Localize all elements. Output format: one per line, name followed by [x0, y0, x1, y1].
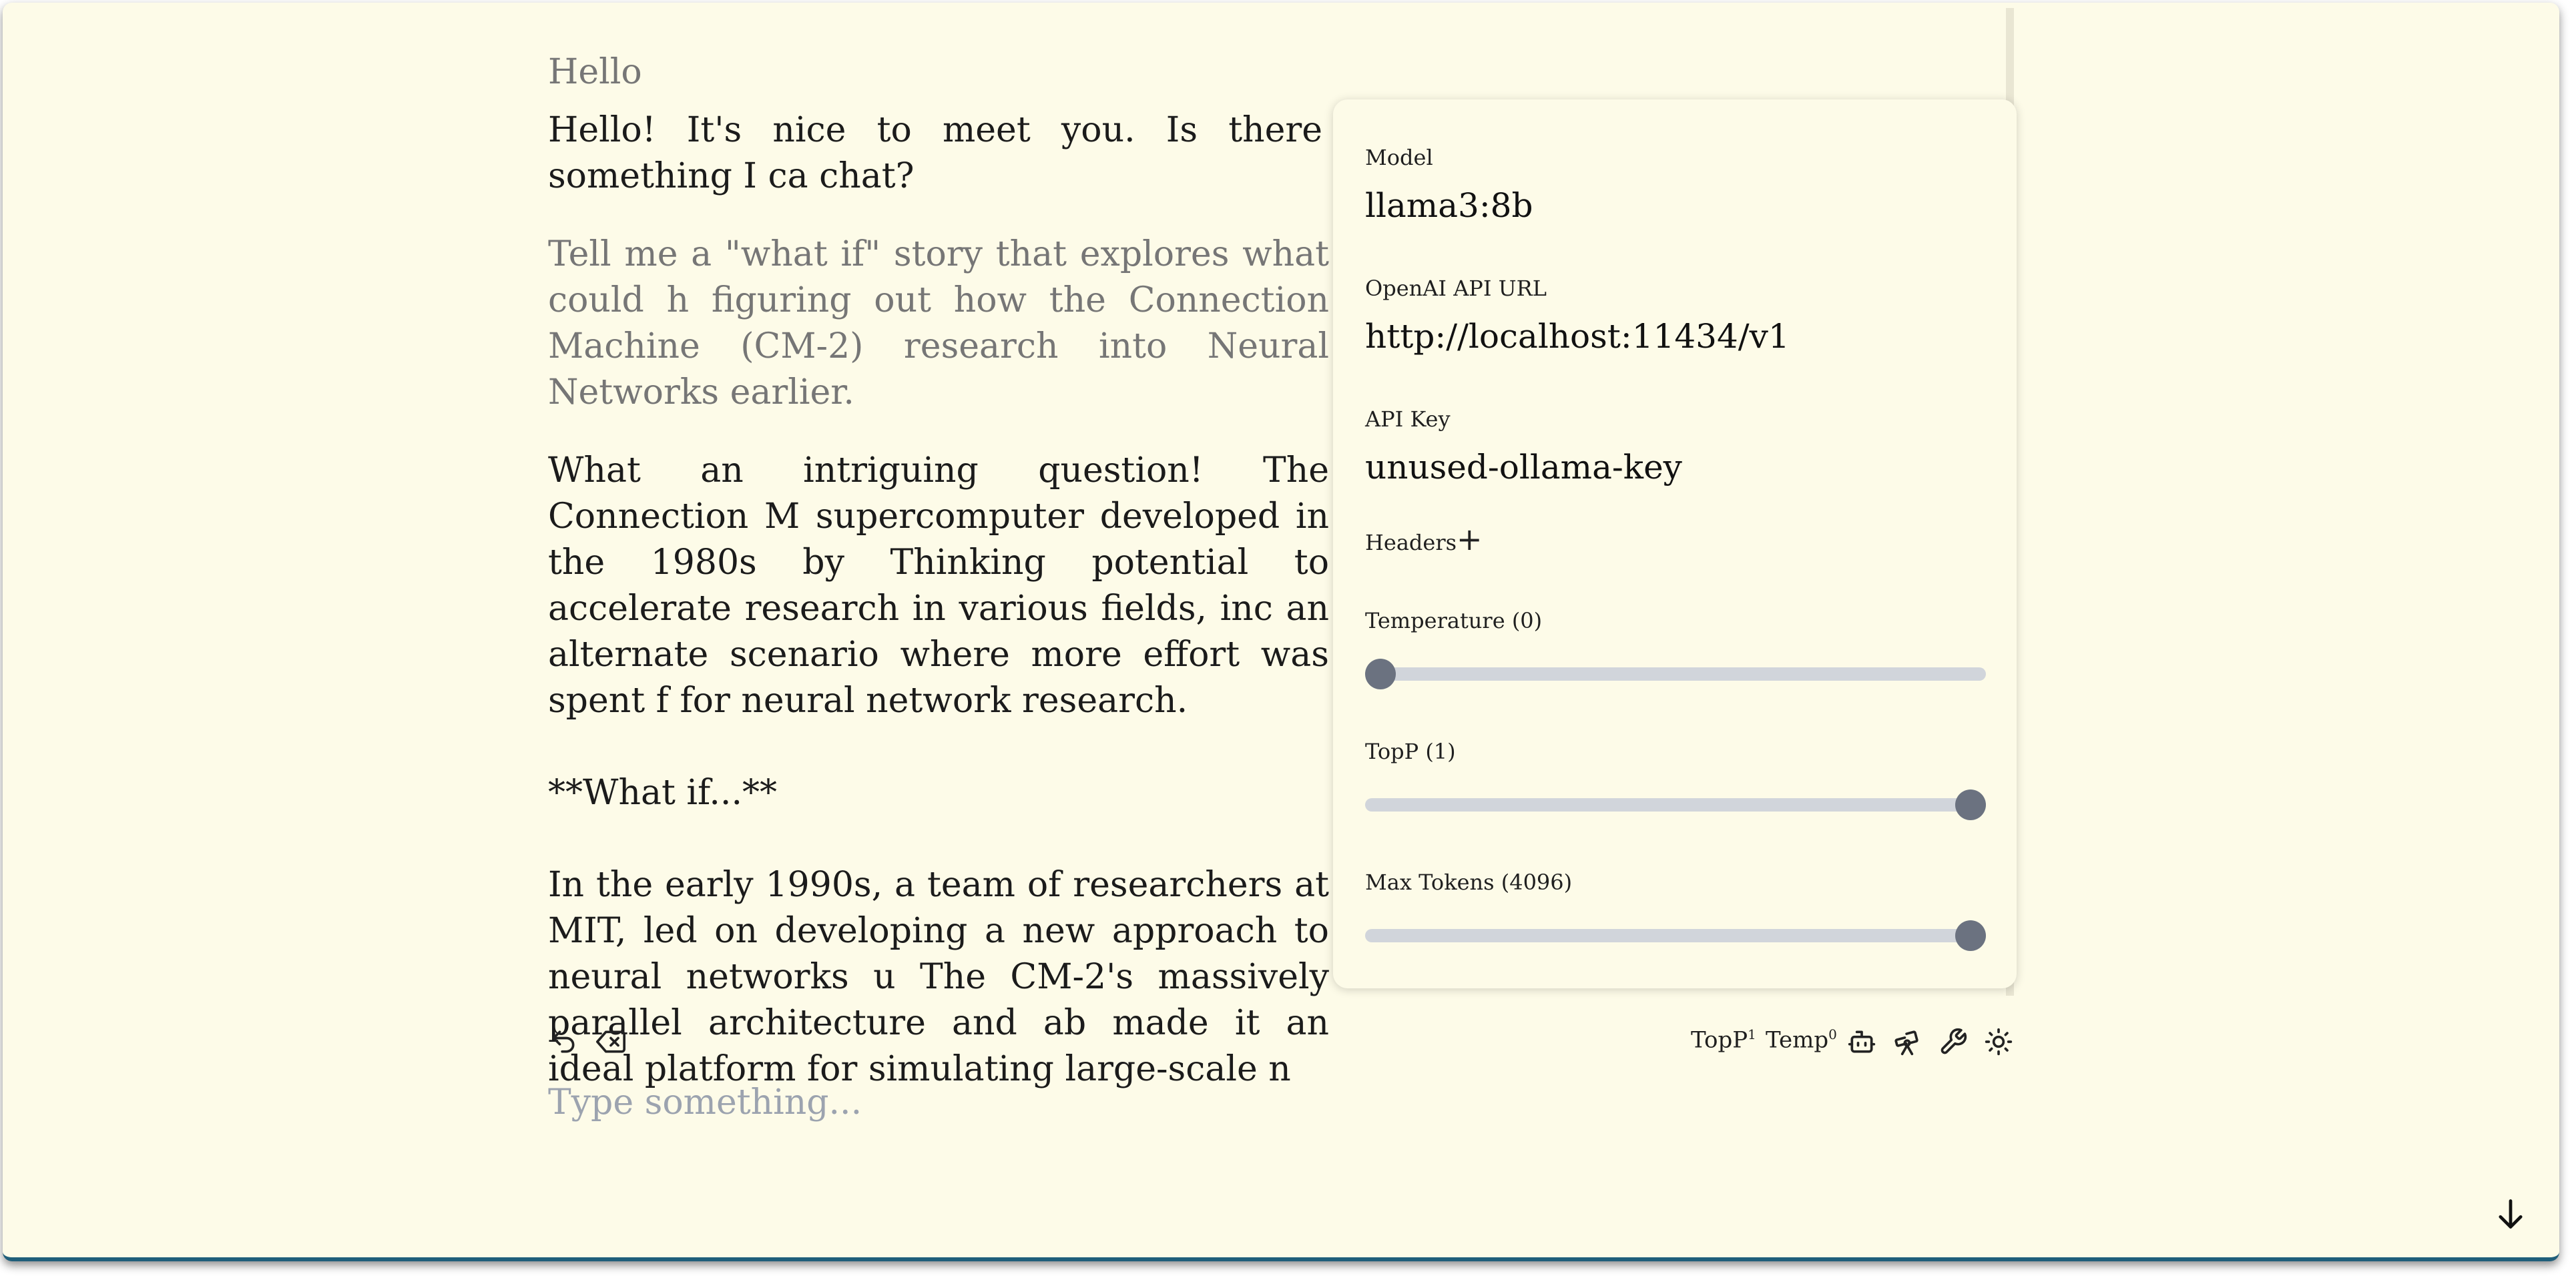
user-message: Hello: [548, 52, 642, 92]
scroll-to-bottom-button[interactable]: [2493, 1195, 2528, 1235]
model-label: Model: [1365, 145, 1433, 170]
api-key-field[interactable]: unused-ollama-key: [1365, 448, 1682, 487]
add-header-button[interactable]: +: [1457, 521, 1483, 557]
temp-indicator-value: 0: [1828, 1026, 1837, 1042]
assistant-message: In the early 1990s, a team of researcher…: [548, 865, 1329, 1089]
telescope-icon[interactable]: [1892, 1027, 1922, 1059]
topp-indicator[interactable]: TopP1: [1691, 1026, 1756, 1053]
temperature-slider[interactable]: [1365, 659, 1986, 689]
undo-icon[interactable]: [549, 1027, 578, 1059]
message-input[interactable]: [548, 1076, 2010, 1129]
max-tokens-slider[interactable]: [1365, 920, 1986, 951]
max-tokens-label: Max Tokens (4096): [1365, 870, 1573, 895]
api-url-label: OpenAI API URL: [1365, 276, 1547, 301]
api-url-field[interactable]: http://localhost:11434/v1: [1365, 317, 1790, 356]
topp-label: TopP (1): [1365, 739, 1456, 764]
temp-indicator-label: Temp: [1766, 1026, 1829, 1054]
temp-indicator[interactable]: Temp0: [1766, 1026, 1837, 1053]
robot-icon[interactable]: [1847, 1027, 1876, 1059]
topp-indicator-value: 1: [1748, 1026, 1756, 1042]
api-key-label: API Key: [1365, 406, 1451, 432]
temperature-slider-thumb[interactable]: [1365, 659, 1396, 689]
assistant-message: What an intriguing question! The Connect…: [548, 450, 1329, 721]
sun-icon[interactable]: [1984, 1027, 2013, 1059]
headers-label: Headers: [1365, 530, 1457, 555]
wrench-icon[interactable]: [1939, 1027, 1968, 1059]
max-tokens-slider-thumb[interactable]: [1955, 920, 1986, 951]
topp-slider[interactable]: [1365, 789, 1986, 820]
app-window: Hello Hello! It's nice to meet you. Is t…: [3, 3, 2559, 1261]
topp-slider-thumb[interactable]: [1955, 789, 1986, 820]
assistant-message: Hello! It's nice to meet you. Is there s…: [548, 110, 1322, 196]
temperature-label: Temperature (0): [1365, 608, 1543, 633]
topp-indicator-label: TopP: [1691, 1026, 1748, 1054]
model-field[interactable]: llama3:8b: [1365, 186, 1533, 225]
user-message: Tell me a "what if" story that explores …: [548, 234, 1329, 412]
clear-icon[interactable]: [595, 1027, 626, 1059]
settings-popover: Model llama3:8b OpenAI API URL http://lo…: [1333, 99, 2017, 988]
arrow-down-icon: [2499, 1199, 2523, 1229]
